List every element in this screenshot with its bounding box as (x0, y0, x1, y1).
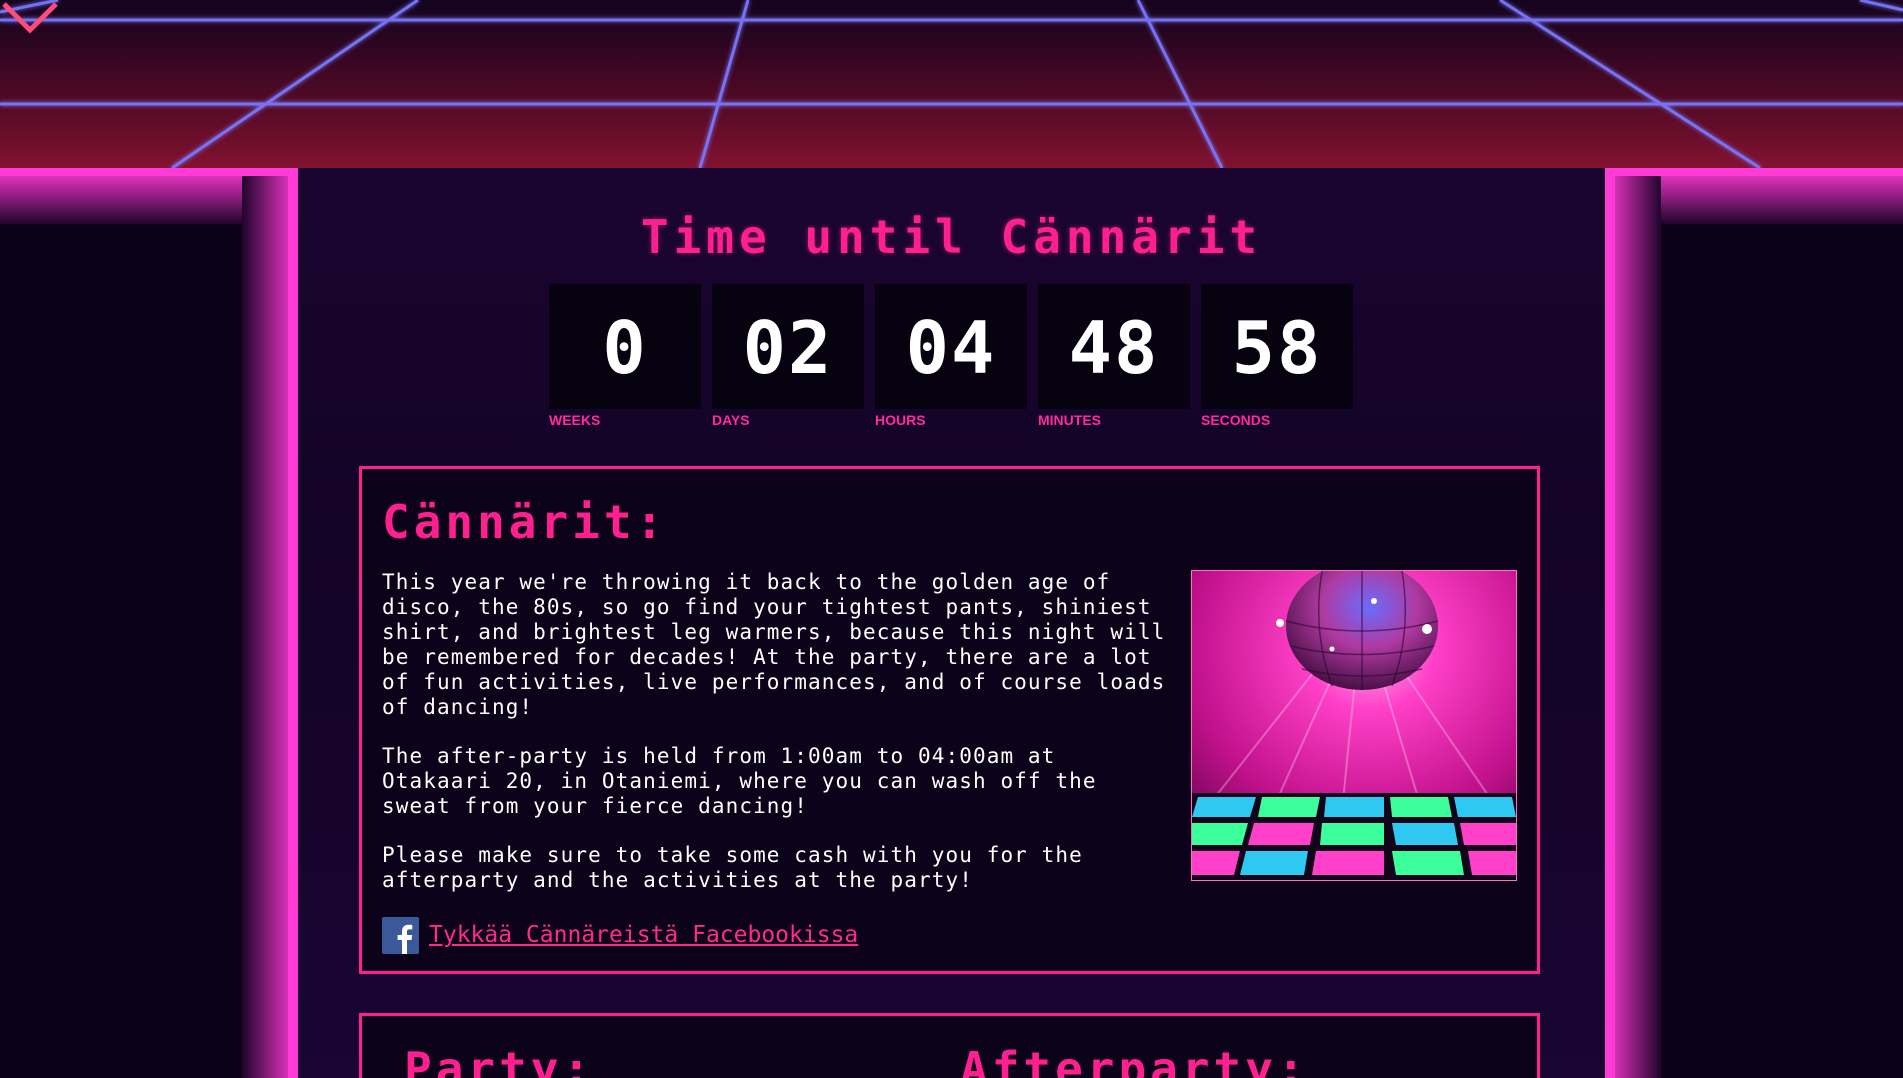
right-frame-graphic (1605, 168, 1903, 1078)
right-neon-frame (1605, 168, 1903, 1078)
disco-ball-image (1191, 570, 1517, 881)
party-panel: Party: Afterparty: (359, 1013, 1540, 1078)
countdown-seconds-label: SECONDS (1201, 412, 1271, 428)
countdown-title: Time until Cännärit (640, 210, 1263, 264)
info-paragraph: Please make sure to take some cash with … (382, 843, 1083, 892)
countdown-hours-value: 04 (905, 306, 997, 390)
neon-grid-background (0, 0, 1903, 168)
main-content: Time until Cännärit 0 WEEKS 02 DAYS 04 H… (298, 168, 1605, 1078)
left-neon-frame (0, 168, 298, 1078)
left-frame-graphic (0, 168, 298, 1078)
chevron-down-icon[interactable] (0, 0, 60, 36)
countdown-days-value: 02 (742, 306, 834, 390)
hero-banner (0, 0, 1903, 168)
countdown-weeks-box: 0 (549, 284, 701, 409)
countdown-minutes-box: 48 (1038, 284, 1190, 409)
countdown-hours-label: HOURS (875, 412, 926, 428)
countdown-seconds-value: 58 (1231, 306, 1323, 390)
countdown-seconds-box: 58 (1201, 284, 1353, 409)
afterparty-heading: Afterparty: (960, 1042, 1309, 1078)
party-heading: Party: (404, 1042, 595, 1078)
info-panel: Cännärit: This year we're throwing it ba… (359, 466, 1540, 974)
countdown-minutes-label: MINUTES (1038, 412, 1101, 428)
countdown-weeks-label: WEEKS (549, 412, 601, 428)
countdown-minutes-value: 48 (1068, 306, 1160, 390)
facebook-icon[interactable] (382, 917, 419, 954)
facebook-link[interactable]: Tykkää Cännäreistä Facebookissa (429, 922, 858, 948)
countdown-hours-box: 04 (875, 284, 1027, 409)
info-paragraph: The after-party is held from 1:00am to 0… (382, 744, 1097, 818)
countdown-weeks-value: 0 (602, 306, 648, 390)
page: Time until Cännärit 0 WEEKS 02 DAYS 04 H… (0, 0, 1903, 1078)
info-paragraph: This year we're throwing it back to the … (382, 570, 1166, 719)
countdown-days-box: 02 (712, 284, 864, 409)
countdown-days-label: DAYS (712, 412, 750, 428)
info-heading: Cännärit: (382, 495, 668, 549)
